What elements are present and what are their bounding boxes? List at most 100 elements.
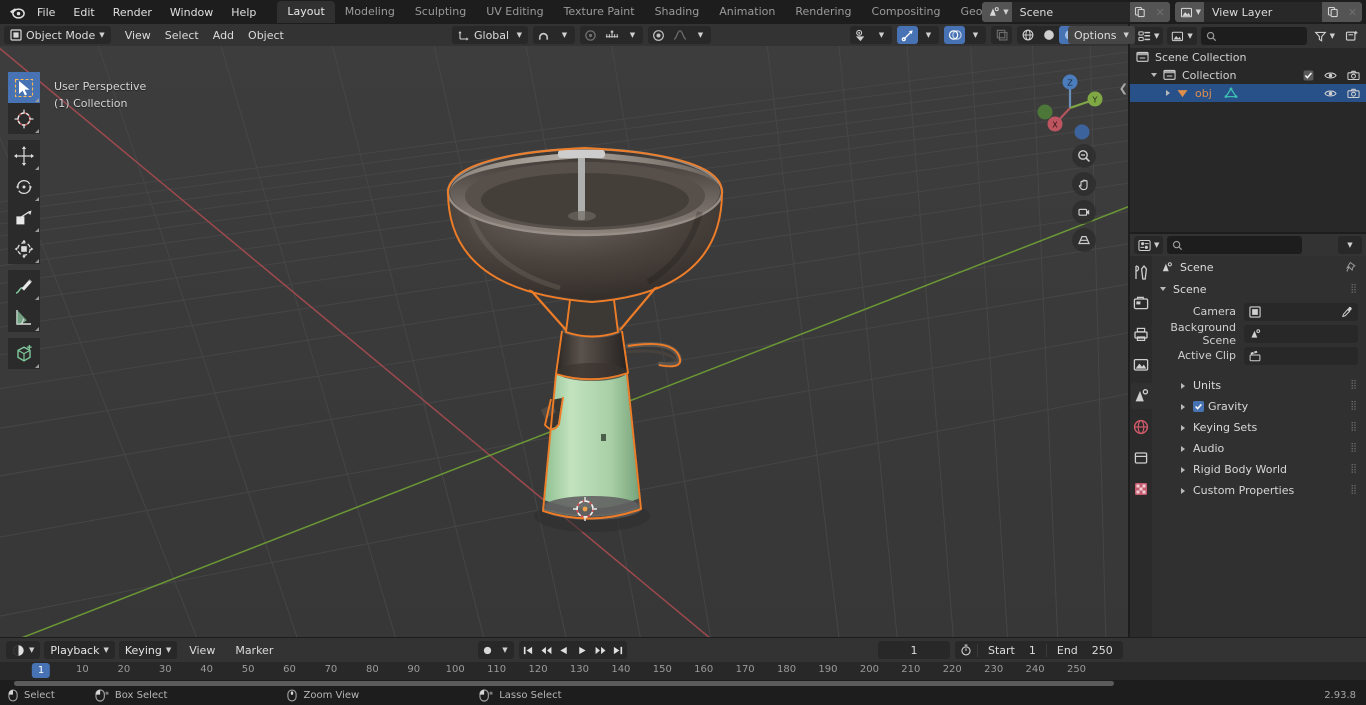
next-keyframe-icon[interactable] bbox=[591, 641, 609, 659]
tweak-select-tool[interactable] bbox=[8, 72, 40, 103]
falloff-chevron-icon[interactable]: ▼ bbox=[690, 26, 711, 44]
mesh-data-icon[interactable] bbox=[1224, 87, 1238, 99]
outliner-row-scene-collection[interactable]: Scene Collection bbox=[1130, 48, 1366, 66]
timeline-marker-menu[interactable]: Marker bbox=[227, 641, 281, 659]
properties-editor-type[interactable]: ▼ bbox=[1134, 236, 1164, 254]
visibility-chevron-icon[interactable]: ▼ bbox=[871, 26, 892, 44]
auto-keying-chevron-icon[interactable]: ▼ bbox=[496, 641, 514, 659]
viewport-sidebar-toggle-icon[interactable]: ❮ bbox=[1119, 82, 1128, 95]
outliner-row-collection[interactable]: Collection bbox=[1130, 66, 1366, 84]
overlays-chevron-icon[interactable]: ▼ bbox=[965, 26, 986, 44]
scene-duplicate-icon[interactable] bbox=[1129, 2, 1151, 22]
navigation-gizmo[interactable]: Z Y X bbox=[1032, 70, 1108, 146]
outliner-id-filter[interactable]: ▼ bbox=[1167, 27, 1197, 45]
stopwatch-icon[interactable] bbox=[955, 644, 977, 656]
texture-tab[interactable] bbox=[1131, 479, 1151, 499]
rotate-tool[interactable] bbox=[8, 171, 40, 202]
row-field[interactable] bbox=[1244, 302, 1358, 321]
workspace-tab-layout[interactable]: Layout bbox=[277, 1, 335, 23]
menu-window[interactable]: Window bbox=[161, 4, 222, 21]
scene-tab[interactable] bbox=[1131, 383, 1153, 409]
panel-custom-properties[interactable]: Custom Properties ⣿ bbox=[1152, 480, 1366, 501]
prev-keyframe-icon[interactable] bbox=[537, 641, 555, 659]
properties-options-chevron-icon[interactable]: ▼ bbox=[1338, 236, 1362, 254]
disable-in-render-icon[interactable] bbox=[1347, 88, 1360, 99]
annotate-tool[interactable] bbox=[8, 270, 40, 301]
viewlayer-duplicate-icon[interactable] bbox=[1322, 2, 1343, 22]
camera-view-icon[interactable] bbox=[1072, 200, 1096, 224]
collection-checkbox[interactable] bbox=[1303, 70, 1314, 81]
solid-shading-icon[interactable] bbox=[1038, 26, 1059, 44]
workspace-tab-uv-editing[interactable]: UV Editing bbox=[476, 1, 553, 23]
render-tab[interactable] bbox=[1131, 293, 1151, 313]
menu-render[interactable]: Render bbox=[104, 4, 161, 21]
timeline-view-menu[interactable]: View bbox=[181, 641, 223, 659]
workspace-tab-modeling[interactable]: Modeling bbox=[335, 1, 405, 23]
workspace-tab-shading[interactable]: Shading bbox=[645, 1, 710, 23]
zoom-icon[interactable] bbox=[1072, 144, 1096, 168]
outliner-row-obj[interactable]: obj bbox=[1130, 84, 1366, 102]
keying-menu[interactable]: Keying ▼ bbox=[118, 641, 178, 659]
falloff-curve-icon[interactable] bbox=[669, 26, 690, 44]
scene-panel-header[interactable]: Scene ⣿ bbox=[1152, 278, 1366, 300]
snap-dropdown-chevron-icon[interactable]: ▼ bbox=[554, 26, 575, 44]
jump-start-icon[interactable] bbox=[519, 641, 537, 659]
row-field[interactable] bbox=[1244, 346, 1358, 365]
workspace-tab-sculpting[interactable]: Sculpting bbox=[405, 1, 476, 23]
wireframe-shading-icon[interactable] bbox=[1017, 26, 1038, 44]
magnet-icon[interactable] bbox=[533, 26, 554, 44]
workspace-tab-animation[interactable]: Animation bbox=[709, 1, 785, 23]
viewport-menu-view[interactable]: View bbox=[118, 26, 158, 44]
panel-checkbox[interactable] bbox=[1193, 401, 1204, 412]
viewlayer-browse-icon[interactable]: ▼ bbox=[1174, 2, 1204, 22]
viewlayer-name[interactable]: View Layer bbox=[1204, 2, 1322, 22]
add-cube-tool[interactable] bbox=[8, 338, 40, 369]
pin-icon[interactable] bbox=[1346, 261, 1358, 273]
expand-icon[interactable] bbox=[1166, 90, 1170, 96]
frame-start-field[interactable]: Start 1 bbox=[977, 643, 1046, 657]
scale-tool[interactable] bbox=[8, 202, 40, 233]
gizmo-chevron-icon[interactable]: ▼ bbox=[918, 26, 939, 44]
outliner-search-input[interactable] bbox=[1200, 27, 1307, 45]
disable-in-render-icon[interactable] bbox=[1347, 70, 1360, 81]
mode-selector[interactable]: Object Mode ▼ bbox=[4, 26, 111, 44]
playback-menu[interactable]: Playback ▼ bbox=[44, 641, 115, 659]
cursor-tool[interactable] bbox=[8, 103, 40, 134]
panel-keying-sets[interactable]: Keying Sets ⣿ bbox=[1152, 417, 1366, 438]
overlays-icon[interactable] bbox=[944, 26, 965, 44]
eyedropper-icon[interactable] bbox=[1341, 306, 1353, 318]
jump-end-icon[interactable] bbox=[609, 641, 627, 659]
viewport-3d[interactable]: User Perspective (1) Collection Z Y X ❮ bbox=[0, 46, 1128, 637]
play-icon[interactable] bbox=[573, 641, 591, 659]
view-layer-tab[interactable] bbox=[1131, 355, 1151, 375]
play-reverse-icon[interactable] bbox=[555, 641, 573, 659]
menu-help[interactable]: Help bbox=[222, 4, 265, 21]
viewport-menu-object[interactable]: Object bbox=[241, 26, 291, 44]
outliner-filter-button[interactable]: ▼ bbox=[1311, 27, 1338, 45]
menu-edit[interactable]: Edit bbox=[64, 4, 103, 21]
workspace-tab-rendering[interactable]: Rendering bbox=[785, 1, 861, 23]
transform-tool[interactable] bbox=[8, 233, 40, 264]
properties-search-input[interactable] bbox=[1167, 236, 1303, 254]
current-frame-field[interactable]: 1 bbox=[878, 641, 950, 659]
viewport-menu-select[interactable]: Select bbox=[158, 26, 206, 44]
object-tab[interactable] bbox=[1131, 448, 1151, 468]
blender-logo-icon[interactable] bbox=[6, 3, 28, 21]
timeline-playhead[interactable]: 1 bbox=[31, 663, 51, 678]
viewlayer-unlink-icon[interactable]: ✕ bbox=[1343, 2, 1362, 22]
output-tab[interactable] bbox=[1131, 324, 1151, 344]
hide-in-viewport-icon[interactable] bbox=[1324, 88, 1337, 99]
snap-target-icon[interactable] bbox=[601, 26, 622, 44]
move-tool[interactable] bbox=[8, 140, 40, 171]
hide-in-viewport-icon[interactable] bbox=[1324, 70, 1337, 81]
proportional-toggle-icon[interactable] bbox=[648, 26, 669, 44]
gizmo-icon[interactable] bbox=[897, 26, 918, 44]
frame-end-field[interactable]: End 250 bbox=[1045, 643, 1123, 657]
ortho-persp-icon[interactable] bbox=[1072, 228, 1096, 252]
row-field[interactable] bbox=[1244, 324, 1358, 343]
pan-hand-icon[interactable] bbox=[1072, 172, 1096, 196]
panel-units[interactable]: Units ⣿ bbox=[1152, 375, 1366, 396]
visibility-icon[interactable] bbox=[850, 26, 871, 44]
timeline-ruler[interactable]: 10 20 30 40 50 60 70 80 90 100 110 120 130 140 150 160 1… bbox=[0, 662, 1366, 680]
expand-icon[interactable] bbox=[1151, 73, 1157, 77]
